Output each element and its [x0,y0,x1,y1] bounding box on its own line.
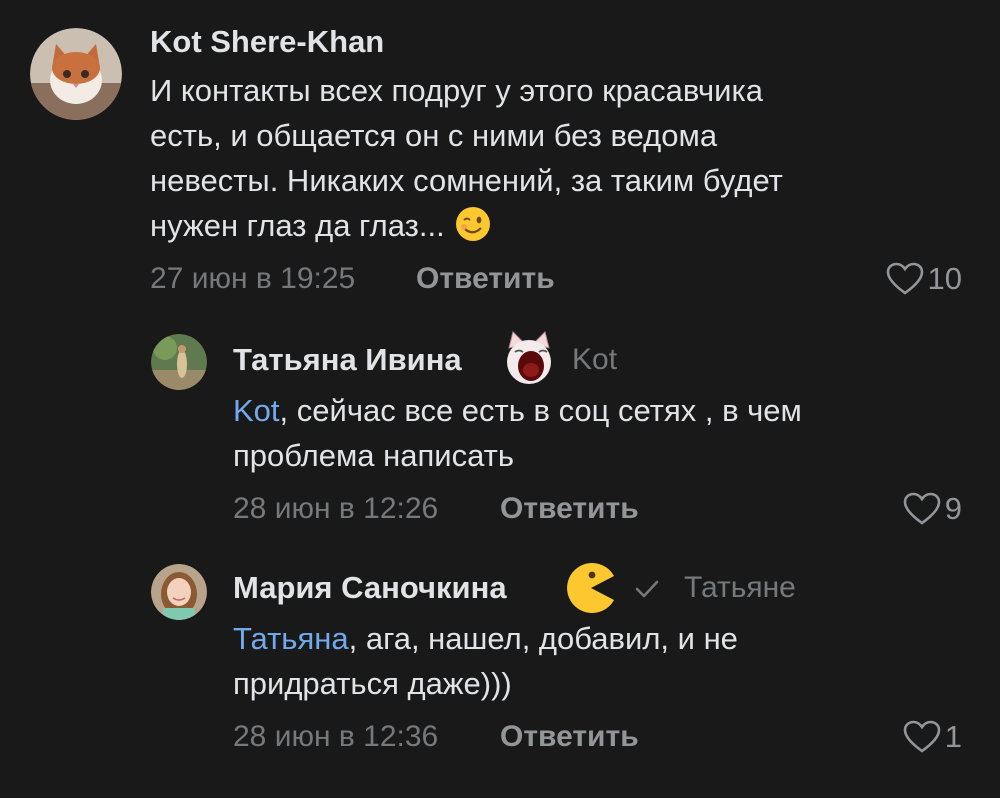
comment-text-line: невесты. Никаких сомнений, за таким буде… [150,163,783,198]
reply-button[interactable]: Ответить [500,491,639,527]
avatar[interactable] [30,28,122,120]
comment-author[interactable]: Мария Саночкина [233,570,507,606]
avatar[interactable] [151,334,207,390]
comment-text-line: проблема написать [233,438,514,473]
comment: Kot Shere-Khan И контакты всех подруг у … [0,0,1000,300]
comment-text: Татьяна, ага, нашел, добавил, и не придр… [233,616,973,706]
reply-to-name[interactable]: Татьяне [684,570,796,606]
comment-text-line-last: нужен глаз да глаз... [150,203,970,248]
comment-date[interactable]: 28 июн в 12:36 [233,719,438,755]
comment-text-line: есть, и общается он с ними без ведома [150,118,718,153]
mention-link[interactable]: Kot [233,393,280,428]
comment-text-line: придраться даже))) [233,666,512,701]
like-button[interactable]: 1 [903,719,962,755]
heart-icon [886,262,923,295]
comment-text-segment: , сейчас все есть в соц сетях , в чем [279,393,802,428]
reply-comment: Татьяна Ивина Kot Kot, сейчас все есть в… [0,300,1000,540]
comment-author[interactable]: Татьяна Ивина [233,342,462,378]
comment-text: И контакты всех подруг у этого красавчик… [150,68,970,248]
mention-link[interactable]: Татьяна [233,621,349,656]
like-button[interactable]: 9 [903,491,962,527]
checkmark-icon [635,580,659,598]
like-count: 1 [944,719,962,754]
like-button[interactable]: 10 [886,261,962,297]
comment-text-line: И контакты всех подруг у этого красавчик… [150,73,763,108]
reply-button[interactable]: Ответить [416,261,555,297]
comment-text: Kot, сейчас все есть в соц сетях , в чем… [233,388,973,478]
heart-icon [903,492,941,525]
reply-to-name[interactable]: Kot [572,342,617,378]
winking-face-icon [455,207,490,241]
comment-author[interactable]: Kot Shere-Khan [150,24,384,60]
comment-date[interactable]: 27 июн в 19:25 [150,261,355,297]
like-count: 10 [927,261,962,296]
reply-comment: Мария Саночкина Татьяне Татьяна, ага, на… [0,540,1000,798]
avatar[interactable] [151,564,207,620]
comment-text-segment: , ага, нашел, добавил, и не [348,621,738,656]
comment-text-line: Татьяна, ага, нашел, добавил, и не [233,616,973,661]
screaming-cat-sticker-icon [507,331,551,384]
like-count: 9 [944,491,962,526]
comment-text-line: Kot, сейчас все есть в соц сетях , в чем [233,388,973,433]
reply-button[interactable]: Ответить [500,719,639,755]
comment-text-line: нужен глаз да глаз... [150,208,445,243]
pacman-icon [567,563,614,613]
heart-icon [903,720,941,753]
comment-date[interactable]: 28 июн в 12:26 [233,491,438,527]
